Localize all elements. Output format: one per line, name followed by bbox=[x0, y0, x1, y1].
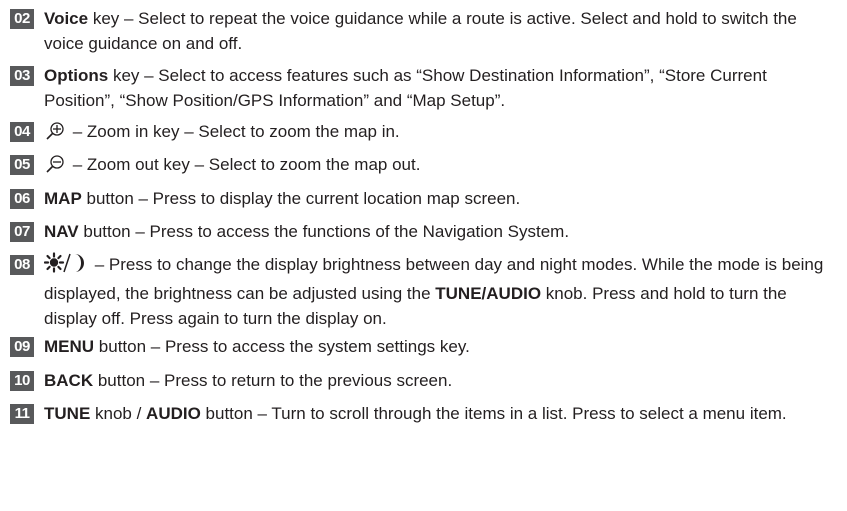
key-name: BACK bbox=[44, 371, 94, 390]
item-number: 06 bbox=[10, 189, 34, 209]
item-text: – Zoom out key – Select to zoom the map … bbox=[44, 152, 841, 181]
list-item-02: 02 Voice key – Select to repeat the voic… bbox=[10, 6, 841, 56]
item-text: – Zoom in key – Select to zoom the map i… bbox=[44, 119, 841, 148]
list-item-10: 10 BACK button – Press to return to the … bbox=[10, 368, 841, 393]
knob-name: TUNE/AUDIO bbox=[435, 284, 542, 303]
item-number: 10 bbox=[10, 371, 34, 391]
item-text: TUNE knob / AUDIO button – Turn to scrol… bbox=[44, 401, 841, 426]
manual-page: 02 Voice key – Select to repeat the voic… bbox=[0, 0, 847, 511]
item-description: – Zoom in key – Select to zoom the map i… bbox=[68, 122, 400, 141]
list-item-05: 05 – Zoom out key – Select to zoom the m… bbox=[10, 152, 841, 181]
item-description: – Zoom out key – Select to zoom the map … bbox=[68, 155, 421, 174]
button-name: AUDIO bbox=[146, 404, 201, 423]
list-item-11: 11 TUNE knob / AUDIO button – Turn to sc… bbox=[10, 401, 841, 426]
key-name: MAP bbox=[44, 189, 82, 208]
item-description: button – Press to return to the previous… bbox=[93, 371, 453, 390]
item-description: key – Select to access features such as … bbox=[44, 66, 767, 110]
item-text: – Press to change the display brightness… bbox=[43, 252, 841, 331]
zoom-out-icon bbox=[44, 154, 66, 181]
item-number: 09 bbox=[10, 337, 34, 357]
item-number: 02 bbox=[10, 9, 34, 29]
item-text: NAV button – Press to access the functio… bbox=[44, 219, 841, 244]
item-description-end: button – Turn to scroll through the item… bbox=[200, 404, 787, 423]
day-night-icon bbox=[43, 252, 88, 281]
list-item-06: 06 MAP button – Press to display the cur… bbox=[10, 186, 841, 211]
item-number: 08 bbox=[10, 255, 34, 275]
item-text: Voice key – Select to repeat the voice g… bbox=[44, 6, 841, 56]
list-item-07: 07 NAV button – Press to access the func… bbox=[10, 219, 841, 244]
list-item-08: 08 – Press to change the display brightn… bbox=[10, 252, 841, 331]
item-number: 11 bbox=[10, 404, 34, 424]
key-name: NAV bbox=[44, 222, 79, 241]
item-description: button – Press to display the current lo… bbox=[81, 189, 521, 208]
item-number: 07 bbox=[10, 222, 34, 242]
list-item-04: 04 – Zoom in key – Select to zoom the ma… bbox=[10, 119, 841, 148]
key-name: TUNE bbox=[44, 404, 91, 423]
item-description: knob / bbox=[90, 404, 147, 423]
item-text: MENU button – Press to access the system… bbox=[44, 334, 841, 359]
item-number: 05 bbox=[10, 155, 34, 175]
item-text: Options key – Select to access features … bbox=[44, 63, 841, 113]
item-number: 04 bbox=[10, 122, 34, 142]
item-description: button – Press to access the functions o… bbox=[78, 222, 570, 241]
list-item-09: 09 MENU button – Press to access the sys… bbox=[10, 334, 841, 359]
key-name: MENU bbox=[44, 337, 95, 356]
item-text: MAP button – Press to display the curren… bbox=[44, 186, 841, 211]
zoom-in-icon bbox=[44, 121, 66, 148]
key-name: Options bbox=[44, 66, 109, 85]
item-description: key – Select to repeat the voice guidanc… bbox=[44, 9, 797, 53]
item-number: 03 bbox=[10, 66, 34, 86]
item-text: BACK button – Press to return to the pre… bbox=[44, 368, 841, 393]
item-description: button – Press to access the system sett… bbox=[94, 337, 470, 356]
key-name: Voice bbox=[44, 9, 89, 28]
list-item-03: 03 Options key – Select to access featur… bbox=[10, 63, 841, 113]
